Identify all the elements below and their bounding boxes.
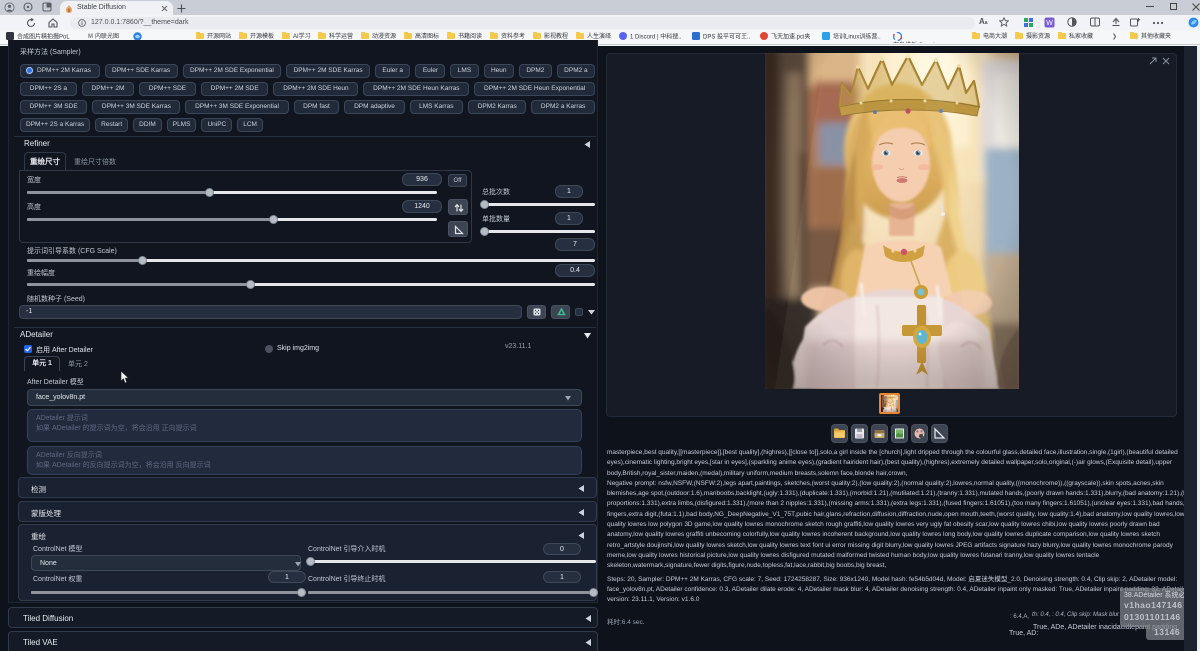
svg-text:W: W (1046, 20, 1053, 27)
